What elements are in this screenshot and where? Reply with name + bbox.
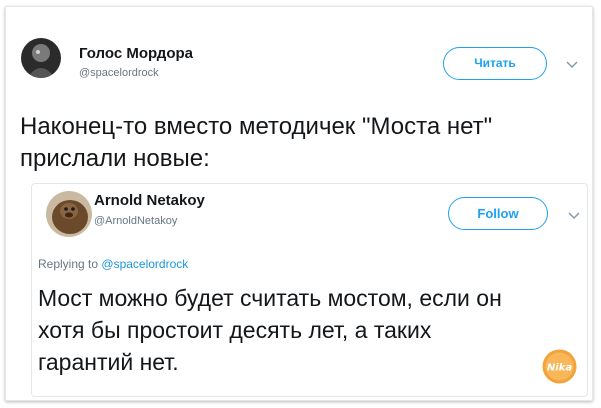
main-tweet-text-line-1: Наконец-то вместо методичек "Моста нет": [20, 113, 493, 140]
main-author-avatar[interactable]: [21, 38, 61, 78]
quoted-tweet-card[interactable]: Arnold Netakoy @ArnoldNetakoy Follow Rep…: [31, 183, 588, 397]
quoted-avatar-image: [46, 191, 92, 237]
svg-text:Nika: Nika: [547, 363, 572, 374]
tweet-card: Голос Мордора @spacelordrock Читать Нако…: [5, 6, 593, 401]
watermark-icon: Nika: [542, 349, 577, 384]
main-author-handle[interactable]: @spacelordrock: [79, 67, 159, 79]
chevron-down-icon[interactable]: [567, 211, 581, 221]
main-author-name[interactable]: Голос Мордора: [79, 45, 193, 62]
quoted-author-name[interactable]: Arnold Netakoy: [94, 192, 205, 209]
watermark-logo: Nika: [541, 348, 578, 385]
main-avatar-image: [21, 38, 61, 78]
quoted-tweet-text-line-1: Мост можно будет считать мостом, если он: [38, 285, 502, 311]
chevron-down-icon[interactable]: [565, 60, 579, 70]
replying-to-label: Replying to: [38, 257, 99, 271]
follow-button[interactable]: Follow: [448, 197, 548, 230]
replying-to-mention[interactable]: @spacelordrock: [101, 257, 188, 271]
read-button[interactable]: Читать: [443, 47, 547, 80]
quoted-tweet-text-line-3: гарантий нет.: [38, 349, 179, 375]
quoted-author-avatar[interactable]: [46, 191, 92, 237]
screenshot-canvas: Голос Мордора @spacelordrock Читать Нако…: [0, 0, 601, 408]
quoted-tweet-text-line-2: хотя бы простоит десять лет, а таких: [38, 317, 432, 343]
main-tweet-text-line-2: прислали новые:: [20, 145, 210, 172]
replying-to-line: Replying to @spacelordrock: [38, 257, 188, 271]
quoted-author-handle[interactable]: @ArnoldNetakoy: [94, 215, 177, 227]
